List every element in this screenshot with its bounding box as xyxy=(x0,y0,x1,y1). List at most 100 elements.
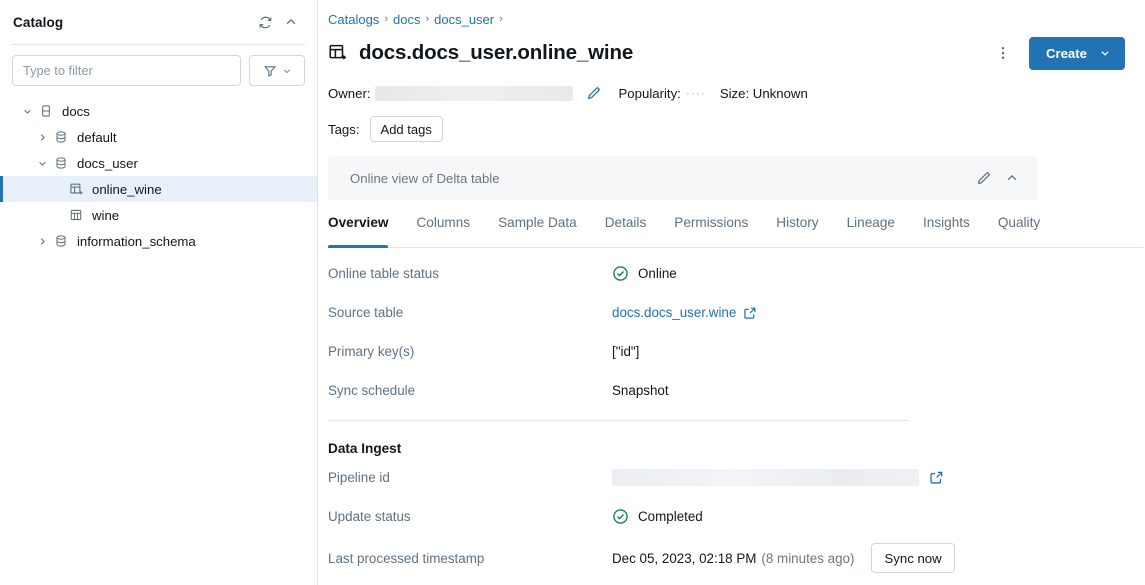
sidebar-title: Catalog xyxy=(13,15,252,30)
tags-label: Tags: xyxy=(328,122,360,137)
row-last-processed-timestamp: Last processed timestamp Dec 05, 2023, 0… xyxy=(328,536,1125,580)
check-circle-icon xyxy=(612,265,629,282)
table-icon xyxy=(66,206,86,224)
row-online-table-status: Online table status Online xyxy=(328,254,1125,293)
row-label: Primary key(s) xyxy=(328,344,612,359)
catalog-filter-input[interactable] xyxy=(12,55,241,86)
sidebar-collapse-icon[interactable] xyxy=(278,9,304,35)
tab-permissions[interactable]: Permissions xyxy=(674,215,748,247)
tags-row: Tags: Add tags xyxy=(328,116,1125,142)
row-value: docs.docs_user.wine xyxy=(612,305,757,320)
tree-item-online-wine[interactable]: online_wine xyxy=(0,176,317,202)
more-vertical-icon[interactable] xyxy=(989,39,1017,67)
create-button[interactable]: Create xyxy=(1029,37,1125,70)
row-label: Last processed timestamp xyxy=(328,551,612,566)
tab-insights[interactable]: Insights xyxy=(923,215,970,247)
tab-overview[interactable]: Overview xyxy=(328,215,388,247)
online-table-icon xyxy=(66,180,86,198)
chevron-down-icon[interactable] xyxy=(18,102,36,120)
tab-quality[interactable]: Quality xyxy=(998,215,1040,247)
row-value xyxy=(612,469,944,486)
funnel-icon xyxy=(263,64,277,78)
external-link-icon[interactable] xyxy=(743,306,757,320)
tab-history[interactable]: History xyxy=(776,215,818,247)
tree-item-default[interactable]: default xyxy=(0,124,317,150)
schema-icon xyxy=(51,154,71,172)
owner-label: Owner: xyxy=(328,86,371,101)
filter-button[interactable] xyxy=(249,55,305,86)
row-sync-schedule: Sync schedule Snapshot xyxy=(328,371,1125,410)
description-text: Online view of Delta table xyxy=(350,171,970,186)
external-link-icon[interactable] xyxy=(929,470,944,485)
tab-sample-data[interactable]: Sample Data xyxy=(498,215,577,247)
tree-item-information-schema[interactable]: information_schema xyxy=(0,228,317,254)
timestamp-value: Dec 05, 2023, 02:18 PM xyxy=(612,551,756,566)
app-root: Catalog xyxy=(0,0,1145,585)
status-text: Completed xyxy=(638,509,703,524)
tree-item-docs[interactable]: docs xyxy=(0,98,317,124)
sidebar-filter-row xyxy=(0,45,317,86)
sync-now-button[interactable]: Sync now xyxy=(871,543,954,573)
metadata-row: Owner: Popularity: ···· Size: Unknown xyxy=(328,82,1125,104)
sidebar-header: Catalog xyxy=(0,6,317,38)
tab-bar: Overview Columns Sample Data Details Per… xyxy=(328,215,1143,248)
chevron-right-icon[interactable] xyxy=(33,232,51,250)
overview-details: Online table status Online Source table … xyxy=(328,254,1125,410)
tab-details[interactable]: Details xyxy=(605,215,647,247)
tab-lineage[interactable]: Lineage xyxy=(847,215,895,247)
breadcrumb-item-catalogs[interactable]: Catalogs xyxy=(328,12,379,27)
edit-owner-pencil-icon[interactable] xyxy=(583,82,605,104)
breadcrumb-item-docs[interactable]: docs xyxy=(393,12,420,27)
tree-item-label: docs xyxy=(62,104,90,119)
row-value: Completed xyxy=(612,508,703,525)
tree-item-docs-user[interactable]: docs_user xyxy=(0,150,317,176)
data-ingest-title: Data Ingest xyxy=(328,441,1125,456)
title-row: docs.docs_user.online_wine Create xyxy=(328,36,1125,70)
tree-item-label: default xyxy=(77,130,117,145)
row-value: Dec 05, 2023, 02:18 PM (8 minutes ago) S… xyxy=(612,543,955,573)
data-ingest-details: Pipeline id Update status xyxy=(328,458,1125,580)
chevron-down-icon xyxy=(282,66,292,76)
breadcrumb-item-docs-user[interactable]: docs_user xyxy=(434,12,494,27)
tab-columns[interactable]: Columns xyxy=(416,215,470,247)
catalog-sidebar: Catalog xyxy=(0,0,318,585)
row-label: Sync schedule xyxy=(328,383,612,398)
breadcrumb-separator: › xyxy=(499,13,503,25)
owner-value-redacted xyxy=(375,86,573,101)
row-label: Online table status xyxy=(328,266,612,281)
row-value: Snapshot xyxy=(612,383,669,398)
tree-item-wine[interactable]: wine xyxy=(0,202,317,228)
row-pipeline-id: Pipeline id xyxy=(328,458,1125,497)
description-box: Online view of Delta table xyxy=(328,156,1038,200)
chevron-right-icon[interactable] xyxy=(33,128,51,146)
row-primary-keys: Primary key(s) ["id"] xyxy=(328,332,1125,371)
chevron-down-icon[interactable] xyxy=(33,154,51,172)
refresh-icon[interactable] xyxy=(252,9,278,35)
row-label: Pipeline id xyxy=(328,470,612,485)
breadcrumb-separator: › xyxy=(384,13,388,25)
create-button-label: Create xyxy=(1046,46,1087,61)
tree-item-label: information_schema xyxy=(77,234,196,249)
size-label: Size: Unknown xyxy=(720,86,808,101)
row-source-table: Source table docs.docs_user.wine xyxy=(328,293,1125,332)
breadcrumb: Catalogs › docs › docs_user › xyxy=(328,8,1125,30)
row-label: Source table xyxy=(328,305,612,320)
edit-description-pencil-icon[interactable] xyxy=(970,164,998,192)
row-update-status: Update status Completed xyxy=(328,497,1125,536)
tree-item-label: docs_user xyxy=(77,156,138,171)
catalog-tree: docs default xyxy=(0,98,317,585)
tree-item-label: wine xyxy=(92,208,119,223)
add-tags-button[interactable]: Add tags xyxy=(370,116,443,142)
source-table-link[interactable]: docs.docs_user.wine xyxy=(612,305,736,320)
schema-icon xyxy=(51,128,71,146)
pipeline-id-redacted xyxy=(612,469,919,486)
schema-icon xyxy=(51,232,71,250)
page-title: docs.docs_user.online_wine xyxy=(359,41,989,65)
breadcrumb-separator: › xyxy=(425,13,429,25)
online-table-icon xyxy=(328,42,350,64)
check-circle-icon xyxy=(612,508,629,525)
catalog-icon xyxy=(36,102,56,120)
chevron-down-icon xyxy=(1099,47,1111,59)
collapse-description-chevron-up-icon[interactable] xyxy=(998,164,1026,192)
timestamp-relative: (8 minutes ago) xyxy=(761,551,854,566)
